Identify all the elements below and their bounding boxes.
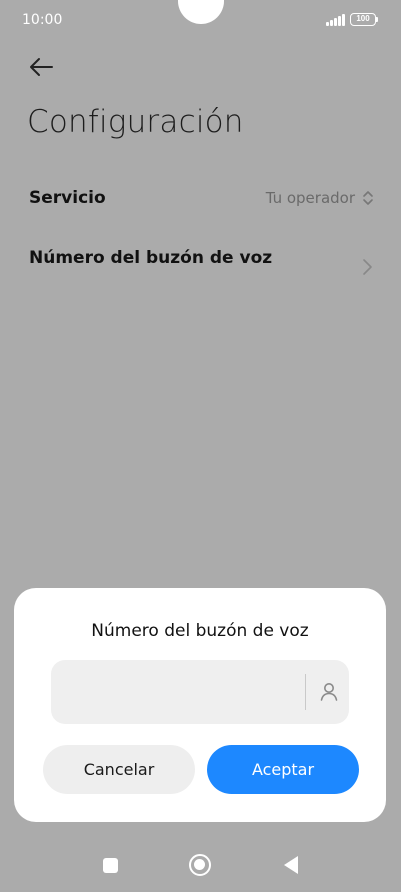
battery-icon: 100 bbox=[350, 13, 376, 26]
voicemail-dialog: Número del buzón de voz Cancelar Aceptar bbox=[14, 588, 386, 822]
camera-notch bbox=[178, 0, 224, 24]
battery-level: 100 bbox=[356, 14, 370, 23]
status-time: 10:00 bbox=[22, 12, 63, 28]
status-bar: 10:00 100 bbox=[0, 0, 401, 40]
person-icon[interactable] bbox=[317, 680, 341, 704]
up-down-chevron-icon bbox=[363, 191, 373, 205]
accept-button[interactable]: Aceptar bbox=[207, 745, 359, 794]
input-divider bbox=[305, 674, 306, 710]
phone-screen: 10:00 100 Configuración Servicio Tu oper… bbox=[0, 0, 401, 892]
cancel-button[interactable]: Cancelar bbox=[43, 745, 195, 794]
service-value: Tu operador bbox=[265, 189, 355, 207]
signal-icon bbox=[326, 14, 346, 26]
settings-row-voicemail-number[interactable]: Número del buzón de voz bbox=[0, 236, 401, 296]
arrow-left-icon[interactable] bbox=[26, 52, 56, 82]
voicemail-number-label: Número del buzón de voz bbox=[29, 248, 273, 268]
chevron-right-icon bbox=[363, 259, 372, 275]
voicemail-input-container bbox=[51, 660, 349, 724]
page-title: Configuración bbox=[27, 104, 244, 140]
triangle-left-icon[interactable] bbox=[283, 855, 299, 875]
voicemail-number-input[interactable] bbox=[65, 660, 295, 724]
navigation-bar bbox=[0, 836, 401, 892]
settings-row-service[interactable]: Servicio Tu operador bbox=[0, 176, 401, 220]
battery-cap bbox=[376, 17, 378, 22]
service-label: Servicio bbox=[29, 188, 106, 208]
circle-icon[interactable] bbox=[189, 854, 211, 876]
square-icon[interactable] bbox=[103, 858, 118, 873]
dialog-title: Número del buzón de voz bbox=[91, 621, 309, 641]
